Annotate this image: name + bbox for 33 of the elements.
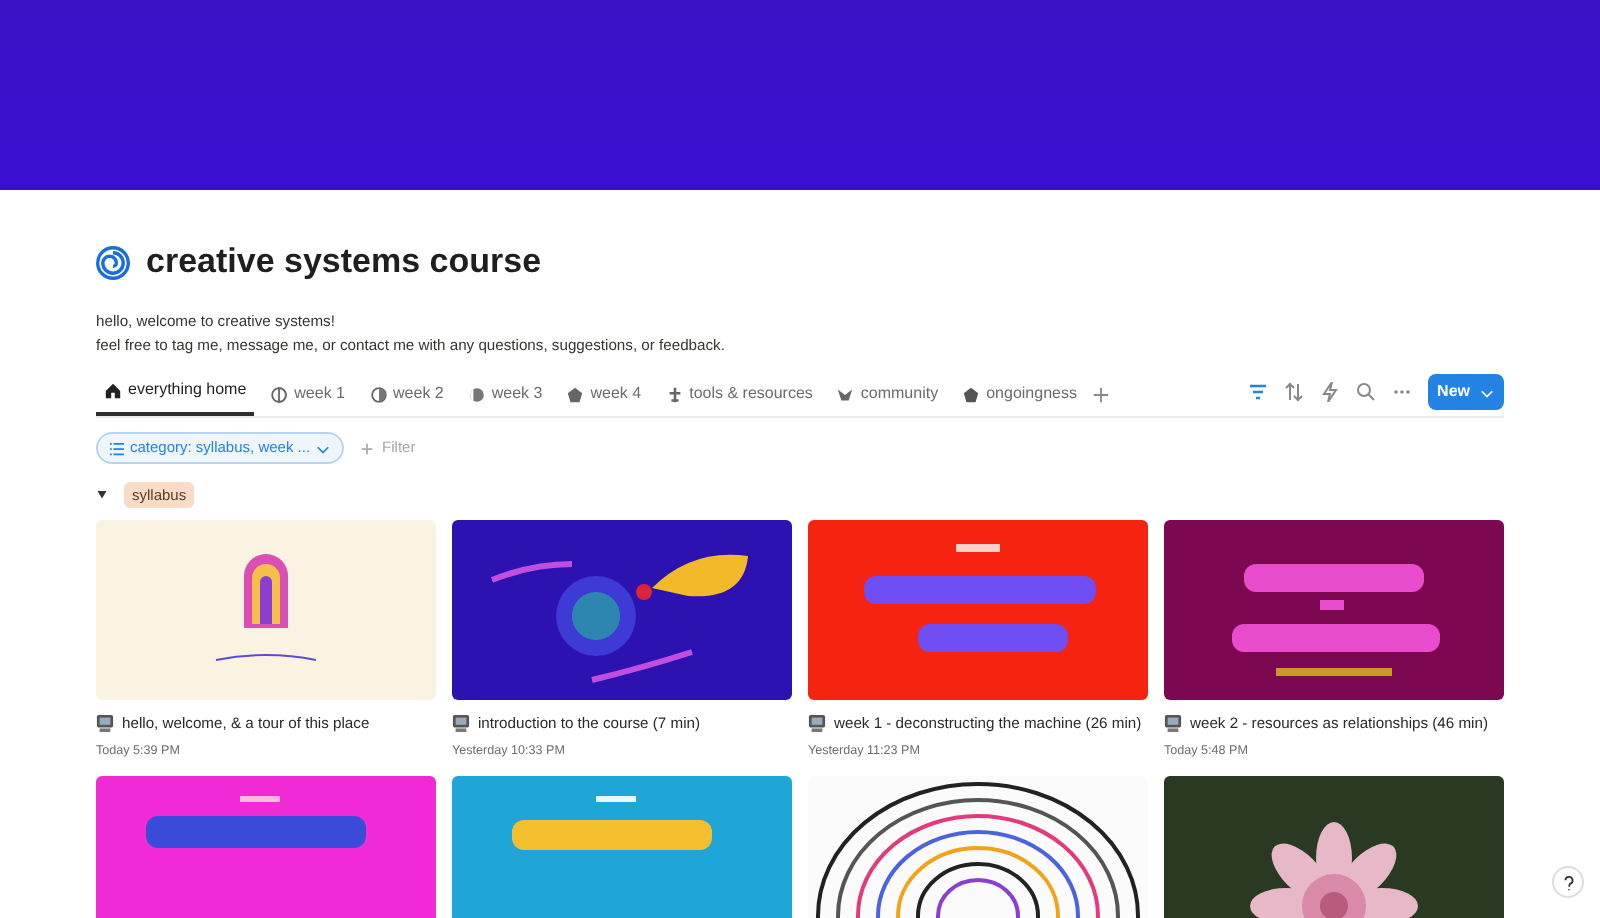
tab[interactable]: community bbox=[828, 382, 947, 417]
sort-icon[interactable] bbox=[1283, 382, 1304, 403]
list-icon bbox=[110, 441, 124, 456]
search-icon[interactable] bbox=[1355, 382, 1376, 403]
tab[interactable]: week 2 bbox=[361, 382, 452, 417]
tab[interactable]: everything home bbox=[96, 378, 255, 417]
computer-icon bbox=[1164, 713, 1182, 732]
pentagon-icon bbox=[962, 385, 981, 404]
help-icon[interactable] bbox=[1552, 866, 1584, 898]
tab[interactable]: week 3 bbox=[459, 382, 551, 417]
caret-icon[interactable] bbox=[1480, 385, 1494, 400]
group-toggle-icon[interactable] bbox=[96, 488, 108, 501]
spiral-icon bbox=[96, 245, 130, 280]
half-circle-icon bbox=[369, 385, 388, 404]
page-title: creative systems course bbox=[146, 242, 542, 283]
half-circle-icon bbox=[270, 385, 289, 404]
computer-icon bbox=[808, 713, 826, 732]
filter-icon[interactable] bbox=[1247, 382, 1268, 403]
tab[interactable]: week 4 bbox=[558, 382, 650, 417]
tab[interactable]: tools & resources bbox=[657, 382, 821, 417]
tab[interactable]: week 1 bbox=[262, 382, 354, 417]
computer-icon bbox=[96, 713, 114, 732]
plant-icon bbox=[665, 385, 684, 404]
caret-icon bbox=[316, 441, 331, 456]
pentagon-icon bbox=[566, 385, 585, 404]
lightning-icon[interactable] bbox=[1319, 382, 1340, 403]
plus-icon bbox=[360, 441, 375, 456]
crown-icon bbox=[836, 385, 855, 404]
home-icon bbox=[104, 381, 122, 400]
moon-icon bbox=[467, 385, 486, 404]
computer-icon bbox=[452, 713, 470, 732]
tab[interactable]: ongoingness bbox=[954, 382, 1085, 417]
new-button[interactable]: New bbox=[1427, 374, 1504, 411]
